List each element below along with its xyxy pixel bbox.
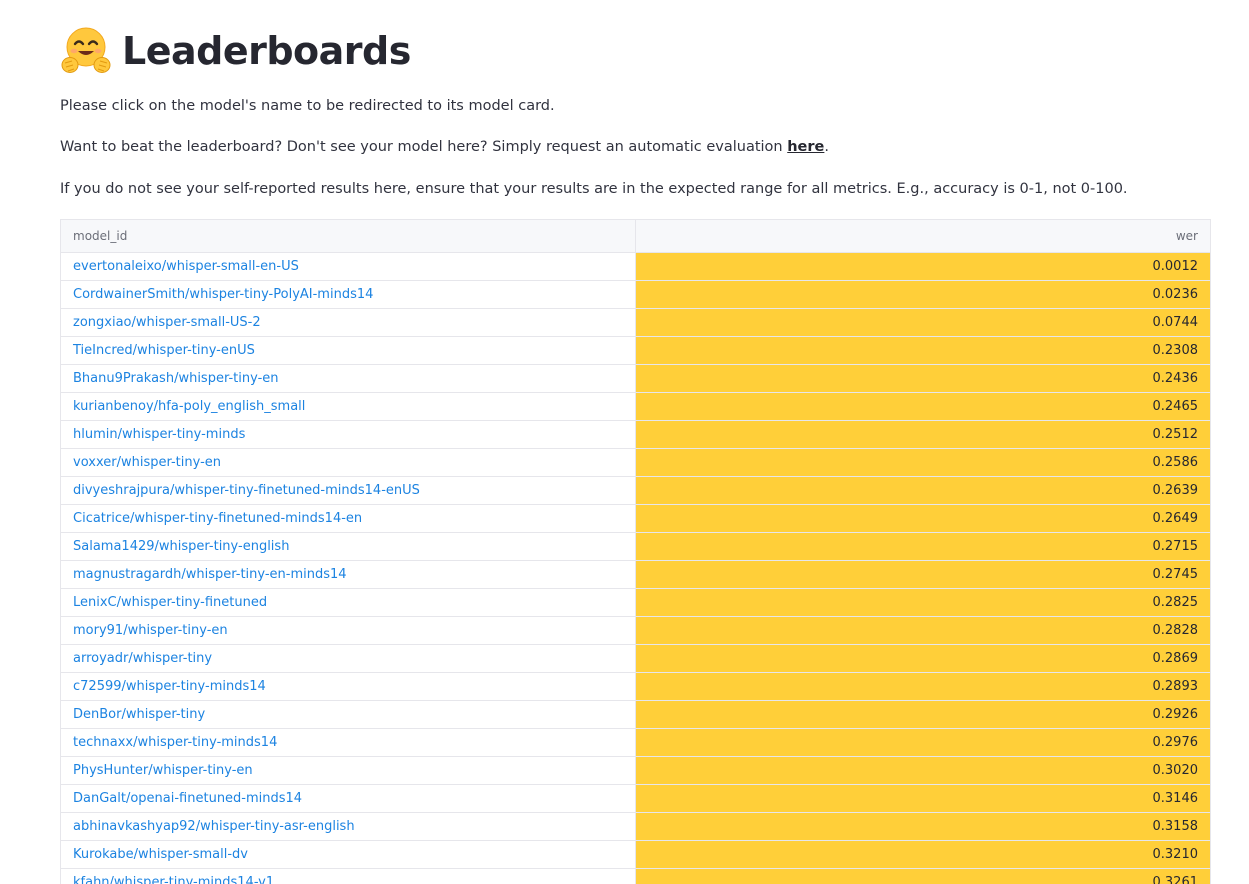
model-name-link[interactable]: mory91/whisper-tiny-en xyxy=(61,617,636,644)
column-header-wer[interactable]: wer xyxy=(636,220,1210,252)
page: Leaderboards Please click on the model's… xyxy=(0,0,1249,884)
table-row: CordwainerSmith/whisper-tiny-PolyAI-mind… xyxy=(61,281,1210,309)
intro-line-request-eval: Want to beat the leaderboard? Don't see … xyxy=(60,137,829,157)
column-header-model-id[interactable]: model_id xyxy=(61,220,636,252)
model-name-link[interactable]: PhysHunter/whisper-tiny-en xyxy=(61,757,636,784)
model-name-link[interactable]: TieIncred/whisper-tiny-enUS xyxy=(61,337,636,364)
wer-value: 0.2436 xyxy=(636,365,1210,392)
wer-value: 0.2869 xyxy=(636,645,1210,672)
wer-value: 0.0012 xyxy=(636,253,1210,280)
table-header: model_id wer xyxy=(61,220,1210,253)
table-row: kfahn/whisper-tiny-minds14-v1 0.3261 xyxy=(61,869,1210,884)
model-name-link[interactable]: evertonaleixo/whisper-small-en-US xyxy=(61,253,636,280)
wer-value: 0.3261 xyxy=(636,869,1210,884)
intro-line-request-eval-suffix: . xyxy=(824,139,829,155)
table-row: magnustragardh/whisper-tiny-en-minds14 0.… xyxy=(61,561,1210,589)
wer-value: 0.2893 xyxy=(636,673,1210,700)
wer-value: 0.0744 xyxy=(636,309,1210,336)
wer-value: 0.2586 xyxy=(636,449,1210,476)
table-row: LenixC/whisper-tiny-finetuned 0.2825 xyxy=(61,589,1210,617)
wer-value: 0.2308 xyxy=(636,337,1210,364)
model-name-link[interactable]: Kurokabe/whisper-small-dv xyxy=(61,841,636,868)
table-row: arroyadr/whisper-tiny 0.2869 xyxy=(61,645,1210,673)
leaderboard-table[interactable]: model_id wer evertonaleixo/whisper-small… xyxy=(60,219,1211,884)
intro-line-request-eval-text: Want to beat the leaderboard? Don't see … xyxy=(60,139,788,155)
model-name-link[interactable]: kfahn/whisper-tiny-minds14-v1 xyxy=(61,869,636,884)
model-name-link[interactable]: Bhanu9Prakash/whisper-tiny-en xyxy=(61,365,636,392)
model-name-link[interactable]: kurianbenoy/hfa-poly_english_small xyxy=(61,393,636,420)
model-name-link[interactable]: voxxer/whisper-tiny-en xyxy=(61,449,636,476)
wer-value: 0.2639 xyxy=(636,477,1210,504)
wer-value: 0.3158 xyxy=(636,813,1210,840)
page-header: Leaderboards xyxy=(60,22,411,80)
wer-value: 0.3020 xyxy=(636,757,1210,784)
table-row: hlumin/whisper-tiny-minds 0.2512 xyxy=(61,421,1210,449)
table-row: DanGalt/openai-finetuned-minds14 0.3146 xyxy=(61,785,1210,813)
wer-value: 0.2465 xyxy=(636,393,1210,420)
model-name-link[interactable]: Salama1429/whisper-tiny-english xyxy=(61,533,636,560)
intro-line-model-card: Please click on the model's name to be r… xyxy=(60,98,555,114)
table-row: abhinavkashyap92/whisper-tiny-asr-englis… xyxy=(61,813,1210,841)
table-row: DenBor/whisper-tiny 0.2926 xyxy=(61,701,1210,729)
wer-value: 0.2926 xyxy=(636,701,1210,728)
model-name-link[interactable]: DanGalt/openai-finetuned-minds14 xyxy=(61,785,636,812)
model-name-link[interactable]: magnustragardh/whisper-tiny-en-minds14 xyxy=(61,561,636,588)
hugging-face-emoji-icon xyxy=(61,27,111,73)
table-row: evertonaleixo/whisper-small-en-US 0.0012 xyxy=(61,253,1210,281)
wer-value: 0.2715 xyxy=(636,533,1210,560)
table-row: voxxer/whisper-tiny-en 0.2586 xyxy=(61,449,1210,477)
wer-value: 0.3146 xyxy=(636,785,1210,812)
wer-value: 0.2745 xyxy=(636,561,1210,588)
wer-value: 0.0236 xyxy=(636,281,1210,308)
table-row: Salama1429/whisper-tiny-english 0.2715 xyxy=(61,533,1210,561)
model-name-link[interactable]: divyeshrajpura/whisper-tiny-finetuned-mi… xyxy=(61,477,636,504)
wer-value: 0.2825 xyxy=(636,589,1210,616)
request-evaluation-link[interactable]: here xyxy=(787,139,824,155)
model-name-link[interactable]: c72599/whisper-tiny-minds14 xyxy=(61,673,636,700)
model-name-link[interactable]: abhinavkashyap92/whisper-tiny-asr-englis… xyxy=(61,813,636,840)
intro-line-self-reported: If you do not see your self-reported res… xyxy=(60,181,1128,197)
model-name-link[interactable]: arroyadr/whisper-tiny xyxy=(61,645,636,672)
table-row: c72599/whisper-tiny-minds14 0.2893 xyxy=(61,673,1210,701)
table-row: kurianbenoy/hfa-poly_english_small 0.2465 xyxy=(61,393,1210,421)
table-row: technaxx/whisper-tiny-minds14 0.2976 xyxy=(61,729,1210,757)
table-row: TieIncred/whisper-tiny-enUS 0.2308 xyxy=(61,337,1210,365)
model-name-link[interactable]: technaxx/whisper-tiny-minds14 xyxy=(61,729,636,756)
table-body: evertonaleixo/whisper-small-en-US 0.0012 C… xyxy=(61,253,1210,884)
wer-value: 0.2512 xyxy=(636,421,1210,448)
table-row: divyeshrajpura/whisper-tiny-finetuned-mi… xyxy=(61,477,1210,505)
model-name-link[interactable]: Cicatrice/whisper-tiny-finetuned-minds14… xyxy=(61,505,636,532)
wer-value: 0.2649 xyxy=(636,505,1210,532)
wer-value: 0.3210 xyxy=(636,841,1210,868)
table-row: Kurokabe/whisper-small-dv 0.3210 xyxy=(61,841,1210,869)
wer-value: 0.2828 xyxy=(636,617,1210,644)
table-row: zongxiao/whisper-small-US-2 0.0744 xyxy=(61,309,1210,337)
model-name-link[interactable]: zongxiao/whisper-small-US-2 xyxy=(61,309,636,336)
model-name-link[interactable]: LenixC/whisper-tiny-finetuned xyxy=(61,589,636,616)
model-name-link[interactable]: hlumin/whisper-tiny-minds xyxy=(61,421,636,448)
table-row: Bhanu9Prakash/whisper-tiny-en 0.2436 xyxy=(61,365,1210,393)
model-name-link[interactable]: CordwainerSmith/whisper-tiny-PolyAI-mind… xyxy=(61,281,636,308)
model-name-link[interactable]: DenBor/whisper-tiny xyxy=(61,701,636,728)
wer-value: 0.2976 xyxy=(636,729,1210,756)
table-row: mory91/whisper-tiny-en 0.2828 xyxy=(61,617,1210,645)
table-row: Cicatrice/whisper-tiny-finetuned-minds14… xyxy=(61,505,1210,533)
page-title: Leaderboards xyxy=(122,29,411,73)
table-row: PhysHunter/whisper-tiny-en 0.3020 xyxy=(61,757,1210,785)
